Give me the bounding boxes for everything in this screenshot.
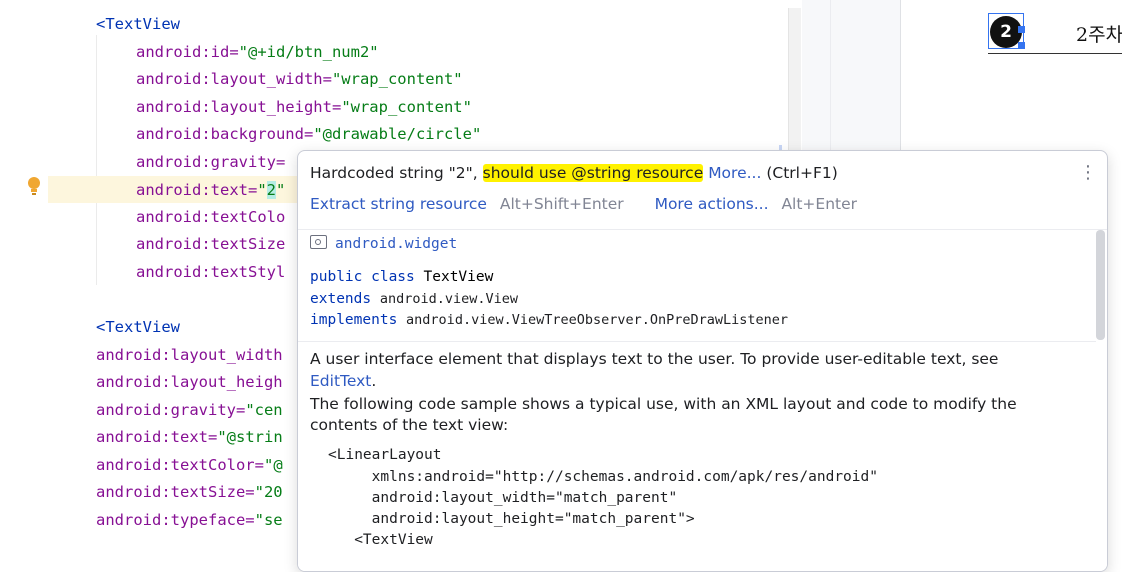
more-link[interactable]: More... — [708, 164, 761, 182]
more-actions-shortcut: Alt+Enter — [781, 195, 858, 213]
code-line[interactable]: android:layout_height="wrap_content" — [136, 96, 472, 118]
preview-label: 2주차 — [1076, 24, 1122, 46]
code-line[interactable]: <TextView — [96, 13, 180, 35]
code-line[interactable]: android:textColo — [136, 206, 285, 228]
inspection-message: Hardcoded string "2", should use @string… — [310, 164, 838, 182]
extends-line: extends android.view.View — [310, 291, 519, 307]
highlighted-text: should use @string resource — [482, 164, 704, 182]
code-line[interactable]: android:textSize — [136, 233, 285, 255]
code-line[interactable]: android:text="@strin — [96, 426, 283, 448]
doc-description: The following code sample shows a typica… — [310, 395, 1017, 413]
resize-handle[interactable] — [1018, 26, 1025, 33]
class-signature: public class TextView — [310, 269, 494, 285]
code-line[interactable]: android:gravity= — [136, 151, 285, 173]
doc-description-link-line: EditText. — [310, 372, 377, 390]
code-line[interactable]: android:layout_width="wrap_content" — [136, 68, 463, 90]
indent-guide — [96, 35, 97, 285]
code-line[interactable]: android:background="@drawable/circle" — [136, 123, 481, 145]
code-line[interactable]: android:textSize="20 — [96, 481, 283, 503]
resize-handle[interactable] — [1018, 42, 1025, 49]
code-line[interactable]: android:gravity="cen — [96, 399, 283, 421]
code-line[interactable]: android:textColor="@ — [96, 454, 283, 476]
preview-underline — [988, 53, 1122, 54]
inspection-popup: Hardcoded string "2", should use @string… — [297, 150, 1108, 572]
doc-code-line: xmlns:android="http://schemas.android.co… — [328, 469, 878, 485]
code-line[interactable]: android:layout_width — [96, 344, 283, 366]
more-actions-link[interactable]: More actions... — [655, 195, 769, 213]
doc-code-line: android:layout_height="match_parent"> — [328, 511, 695, 527]
implements-line: implements android.view.ViewTreeObserver… — [310, 312, 789, 328]
code-line[interactable]: android:id="@+id/btn_num2" — [136, 41, 379, 63]
package-icon — [310, 235, 327, 249]
doc-code-line: android:layout_width="match_parent" — [328, 490, 678, 506]
doc-description: A user interface element that displays t… — [310, 350, 999, 368]
extract-string-resource-link[interactable]: Extract string resource — [310, 195, 487, 213]
doc-code-line: <LinearLayout — [328, 447, 442, 463]
lightbulb-icon[interactable] — [26, 175, 42, 197]
code-line[interactable]: <TextView — [96, 316, 180, 338]
doc-code-line: <TextView — [328, 532, 433, 548]
package-link[interactable]: android.widget — [310, 235, 457, 252]
code-line[interactable]: android:textStyl — [136, 261, 285, 283]
doc-divider — [298, 341, 1096, 342]
doc-scrollbar[interactable] — [1096, 230, 1105, 340]
more-options-icon[interactable]: ⋮ — [1079, 162, 1097, 183]
quick-fix-actions: Extract string resource Alt+Shift+Enter … — [310, 195, 857, 213]
doc-description: contents of the text view: — [310, 416, 509, 434]
code-line[interactable]: android:layout_heigh — [96, 371, 283, 393]
extract-shortcut: Alt+Shift+Enter — [499, 195, 624, 213]
code-line[interactable]: android:typeface="se — [96, 509, 283, 531]
more-shortcut: (Ctrl+F1) — [766, 164, 838, 182]
code-line[interactable]: android:text="2" — [136, 179, 285, 201]
edittext-link[interactable]: EditText — [310, 372, 371, 390]
